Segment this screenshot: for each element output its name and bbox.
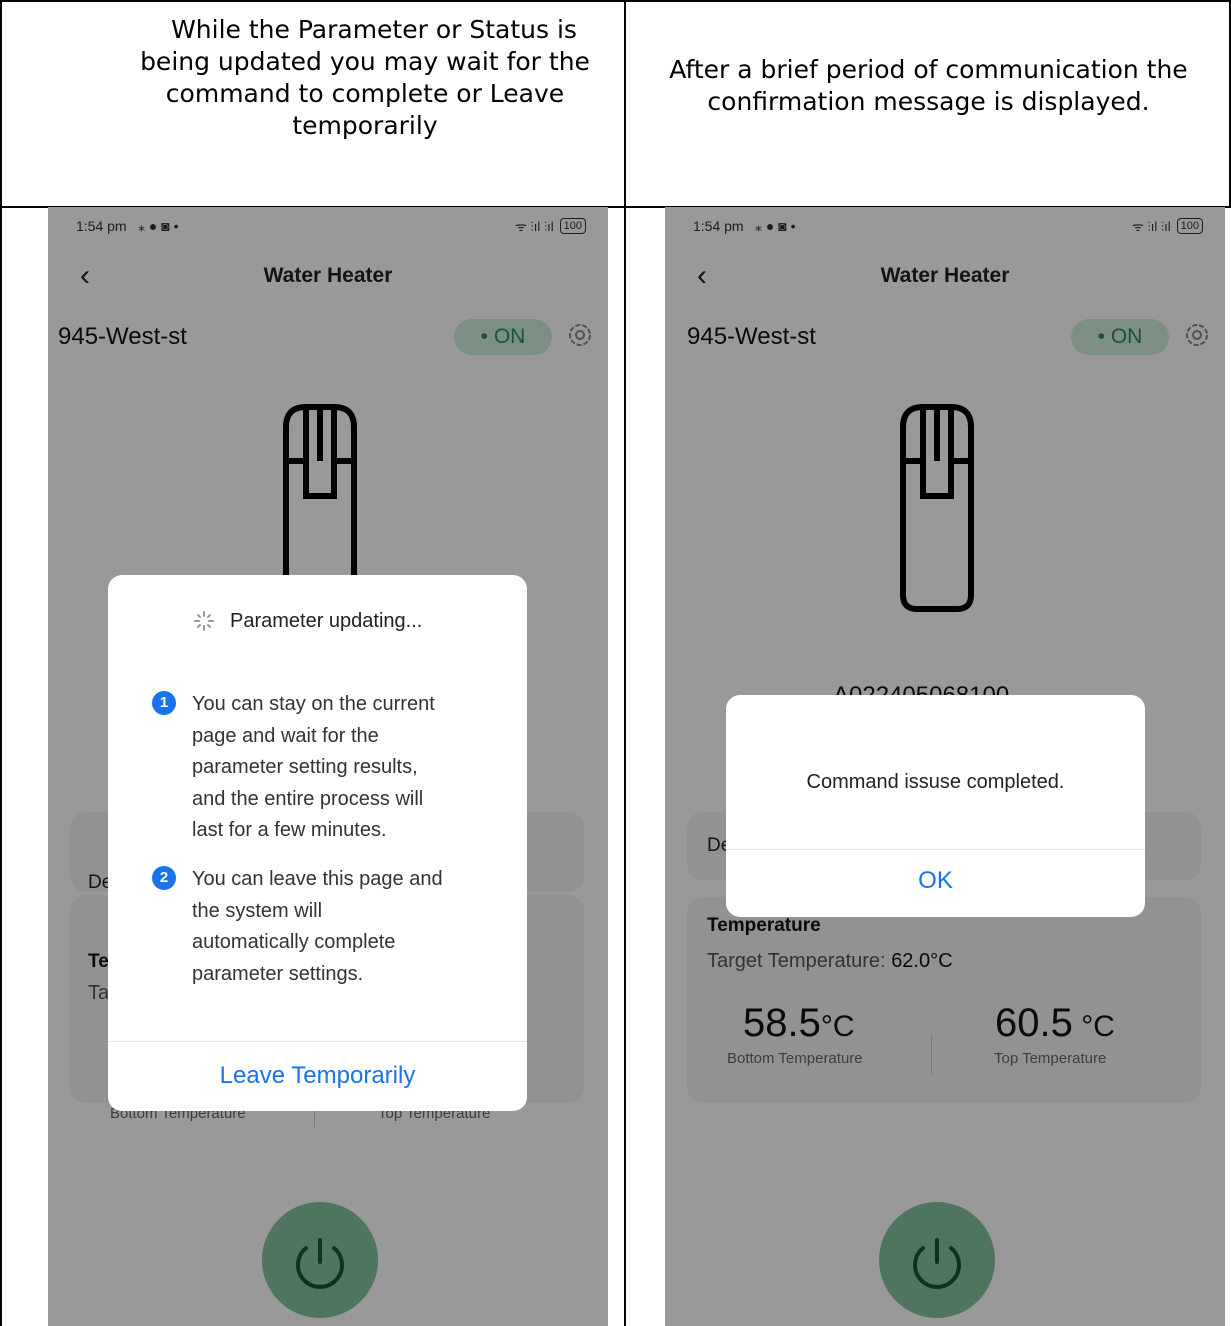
dialog-message: Command issuse completed. (806, 771, 1065, 793)
dialog-divider (726, 849, 1145, 850)
dialog-divider (108, 1041, 527, 1042)
table-border-top (0, 0, 1231, 2)
step-text-line: You can leave this page and (192, 868, 443, 890)
step-text-line: automatically complete (192, 931, 396, 953)
leave-temporarily-button[interactable]: Leave Temporarily (108, 1062, 527, 1090)
step-text-line: and the entire process will (192, 787, 424, 810)
step-number-badge: 1 (152, 691, 176, 715)
step-text-line: last for a few minutes. (192, 819, 387, 841)
ok-button[interactable]: OK (726, 867, 1145, 895)
step-text-line: the system will (192, 899, 323, 922)
caption-left-line: command to complete or Leave (165, 79, 565, 108)
step-text-line: You can stay on the current (192, 693, 435, 715)
caption-right: After a brief period of communication th… (626, 54, 1231, 118)
caption-right-line: After a brief period of communication th… (669, 55, 1188, 84)
table-border-middle (624, 0, 626, 1326)
caption-left: While the Parameter or Status is being u… (0, 14, 624, 142)
parameter-updating-dialog: Parameter updating... 1 You can stay on … (108, 575, 527, 1111)
step-text-line: parameter settings. (192, 962, 364, 985)
dialog-title: Parameter updating... (230, 610, 423, 632)
loading-spinner-icon (194, 611, 214, 631)
table-border-left (0, 0, 2, 1326)
caption-left-line: While the Parameter or Status is (171, 15, 577, 44)
caption-left-line: being updated you may wait for the (140, 47, 590, 76)
step-text-line: page and wait for the (192, 724, 379, 747)
step-text: You can leave this page and the system w… (192, 864, 492, 990)
step-number-badge: 2 (152, 866, 176, 890)
document-table: While the Parameter or Status is being u… (0, 0, 1231, 1326)
caption-right-line: confirmation message is displayed. (707, 87, 1150, 116)
command-completed-dialog: Command issuse completed. OK (726, 695, 1145, 917)
step-text-line: parameter setting results, (192, 756, 418, 778)
phone-screenshot-right: 1:54 pm ⁎ ● ◙ • ᯤ ⫶ıl ⫶ıl 100 ‹ Water He… (665, 207, 1225, 1326)
step-text: You can stay on the current page and wai… (192, 689, 492, 847)
phone-screenshot-left: 1:54 pm ⁎ ● ◙ • ᯤ ⫶ıl ⫶ıl 100 ‹ Water He… (48, 207, 608, 1326)
caption-left-line: temporarily (292, 111, 438, 140)
